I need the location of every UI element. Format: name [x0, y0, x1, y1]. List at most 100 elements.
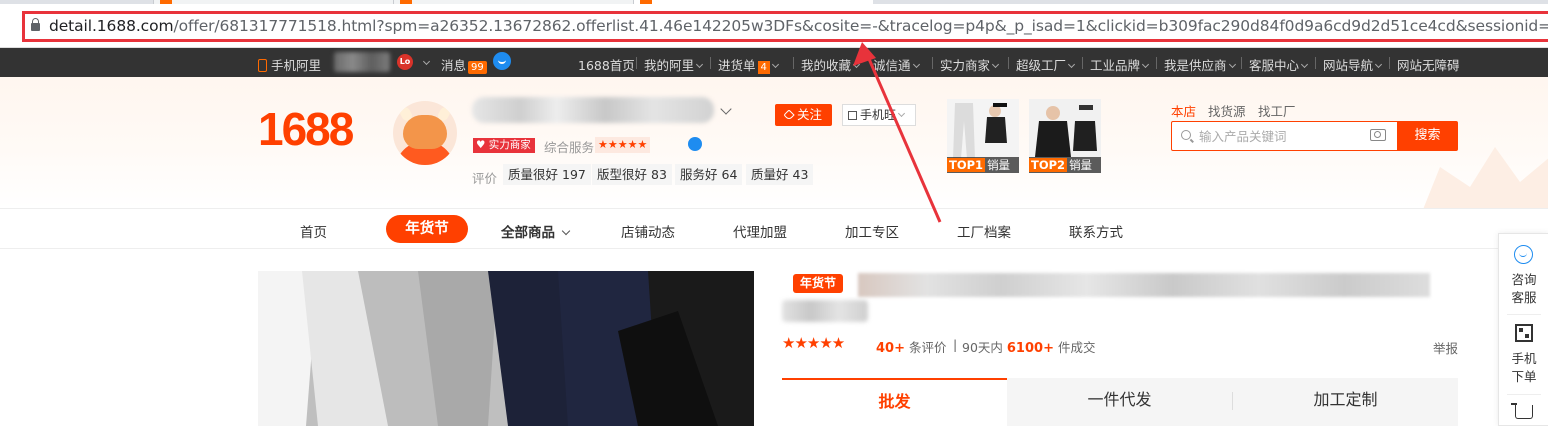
url-text: detail.1688.com/offer/681317771518.html?…	[49, 17, 1548, 35]
review-tag[interactable]: 服务好 64	[675, 164, 743, 185]
nav-factory-profile[interactable]: 工厂档案	[957, 221, 1011, 241]
search-tab-this-shop[interactable]: 本店	[1171, 101, 1196, 120]
topbar-link-site-nav[interactable]: 网站导航	[1323, 55, 1383, 74]
search-tab-find-factory[interactable]: 找工厂	[1258, 101, 1296, 120]
shop-nav: 首页 年货节 全部商品 店铺动态 代理加盟 加工专区 工厂档案 联系方式	[0, 208, 1548, 249]
customer-service-icon	[1514, 245, 1533, 264]
search-button[interactable]: 搜索	[1397, 121, 1458, 151]
review-count-label: 条评价	[908, 340, 947, 355]
mobile-shop-button[interactable]: 手机旺	[842, 104, 916, 126]
sales-period: 90天内	[962, 340, 1003, 355]
mobile-order-label-line2: 下单	[1511, 369, 1537, 384]
topbar-link-supplier[interactable]: 我是供应商	[1164, 55, 1236, 74]
product-photo	[258, 271, 754, 426]
mobile-ali-link[interactable]: 手机阿里	[258, 55, 321, 74]
search-input[interactable]	[1199, 127, 1359, 145]
top-product-card[interactable]: TOP1 销量	[947, 99, 1019, 173]
industrial-brand-label: 工业品牌	[1090, 58, 1141, 73]
topbar-link-accessibility[interactable]: 网站无障碍	[1397, 55, 1460, 74]
rank-label: 销量	[1069, 158, 1093, 172]
divider	[710, 57, 711, 69]
review-tag-count: 83	[651, 167, 667, 182]
chevron-down-icon	[897, 109, 906, 118]
service-rating-stars: ★★★★★	[595, 137, 651, 153]
tab-dropshipping[interactable]: 一件代发	[1007, 378, 1232, 426]
url-field[interactable]: detail.1688.com/offer/681317771518.html?…	[22, 11, 1548, 42]
report-link[interactable]: 举报	[1433, 338, 1458, 357]
review-count[interactable]: 40+ 条评价	[876, 337, 946, 356]
user-level-badge: Lo	[397, 54, 413, 70]
messages-count-badge: 99	[468, 61, 487, 74]
top-product-card[interactable]: TOP2 销量	[1029, 99, 1101, 173]
chevron-down-icon[interactable]	[720, 103, 732, 115]
topbar-link-cart[interactable]: 进货单 4	[718, 55, 779, 74]
nav-new-year-festival[interactable]: 年货节	[386, 215, 468, 243]
review-tag-label: 质量好	[751, 167, 789, 182]
topbar-link-super-factory[interactable]: 超级工厂	[1016, 55, 1076, 74]
review-tag[interactable]: 版型很好 83	[592, 164, 672, 185]
shop-header: 1688 ♥ 实力商家 综合服务 ★★★★★ 评价 质量很好 197 版型很好 …	[0, 77, 1548, 217]
nav-contact[interactable]: 联系方式	[1069, 221, 1123, 241]
account-caret[interactable]	[421, 55, 431, 70]
divider	[1241, 57, 1242, 69]
divider	[1008, 57, 1009, 69]
url-path: /offer/681317771518.html?spm=a26352.1367…	[173, 17, 1548, 35]
qr-code-icon	[848, 111, 857, 120]
topbar-link-customer-service[interactable]: 客服中心	[1249, 55, 1309, 74]
chat-icon[interactable]	[493, 52, 511, 70]
shop-avatar[interactable]	[393, 101, 457, 165]
nav-shop-news[interactable]: 店铺动态	[621, 221, 675, 241]
chevron-down-icon	[1067, 60, 1076, 69]
service-label: 综合服务	[544, 140, 595, 155]
camera-icon[interactable]	[1370, 129, 1386, 141]
chengxintong-label: 诚信通	[873, 58, 911, 73]
cart-count-badge: 4	[757, 61, 770, 74]
username-blurred[interactable]	[334, 52, 390, 72]
avatar-face	[403, 115, 447, 149]
chevron-down-icon	[1228, 60, 1236, 69]
search-tab-find-source[interactable]: 找货源	[1208, 101, 1246, 120]
nav-processing[interactable]: 加工专区	[845, 221, 899, 241]
divider	[1156, 57, 1157, 69]
mobile-shop-label: 手机旺	[860, 108, 897, 122]
divider	[1507, 314, 1541, 315]
topbar-link-my-ali[interactable]: 我的阿里	[644, 55, 704, 74]
review-tag[interactable]: 质量很好 197	[503, 164, 591, 185]
topbar-link-chengxintong[interactable]: 诚信通	[873, 55, 920, 74]
messages-label: 消息	[441, 58, 467, 73]
review-tag-label: 质量很好	[508, 167, 559, 182]
nav-agency[interactable]: 代理加盟	[733, 221, 787, 241]
address-bar: detail.1688.com/offer/681317771518.html?…	[0, 4, 1548, 48]
site-logo[interactable]: 1688	[258, 102, 354, 156]
messages-link[interactable]: 消息 99	[441, 55, 487, 74]
review-tag[interactable]: 质量好 43	[746, 164, 814, 185]
cart-icon[interactable]	[1511, 403, 1533, 419]
sales-count: 90天内 6100+ 件成交	[962, 337, 1095, 356]
nav-all-products[interactable]: 全部商品	[501, 221, 571, 241]
divider	[1315, 57, 1316, 69]
topbar-link-industrial-brand[interactable]: 工业品牌	[1090, 55, 1150, 74]
top-product-rank: TOP1 销量	[947, 157, 1019, 173]
review-tag-count: 64	[721, 167, 738, 182]
review-label: 评价	[472, 171, 498, 186]
topbar-link-favorites[interactable]: 我的收藏	[801, 55, 861, 74]
supplier-label: 我是供应商	[1164, 58, 1227, 73]
divider	[1507, 394, 1541, 395]
follow-label: 关注	[796, 107, 822, 122]
follow-button[interactable]: 关注	[775, 104, 832, 126]
mobile-ali-label: 手机阿里	[271, 58, 322, 73]
wangwang-chat-icon[interactable]	[688, 137, 702, 151]
chevron-down-icon	[1374, 60, 1383, 69]
topbar-link-power-merchant[interactable]: 实力商家	[940, 55, 1000, 74]
chevron-down-icon	[422, 57, 431, 66]
tab-wholesale[interactable]: 批发	[782, 378, 1007, 426]
tab-custom-processing[interactable]: 加工定制	[1233, 378, 1458, 426]
shop-name-blurred[interactable]	[472, 97, 714, 123]
chevron-down-icon	[771, 60, 779, 69]
heart-icon	[783, 109, 795, 121]
nav-home[interactable]: 首页	[300, 221, 327, 241]
topbar-link-home[interactable]: 1688首页	[578, 55, 635, 74]
consult-label-line2: 客服	[1511, 290, 1537, 305]
chevron-down-icon	[1300, 60, 1309, 69]
product-main-image[interactable]	[258, 271, 754, 426]
